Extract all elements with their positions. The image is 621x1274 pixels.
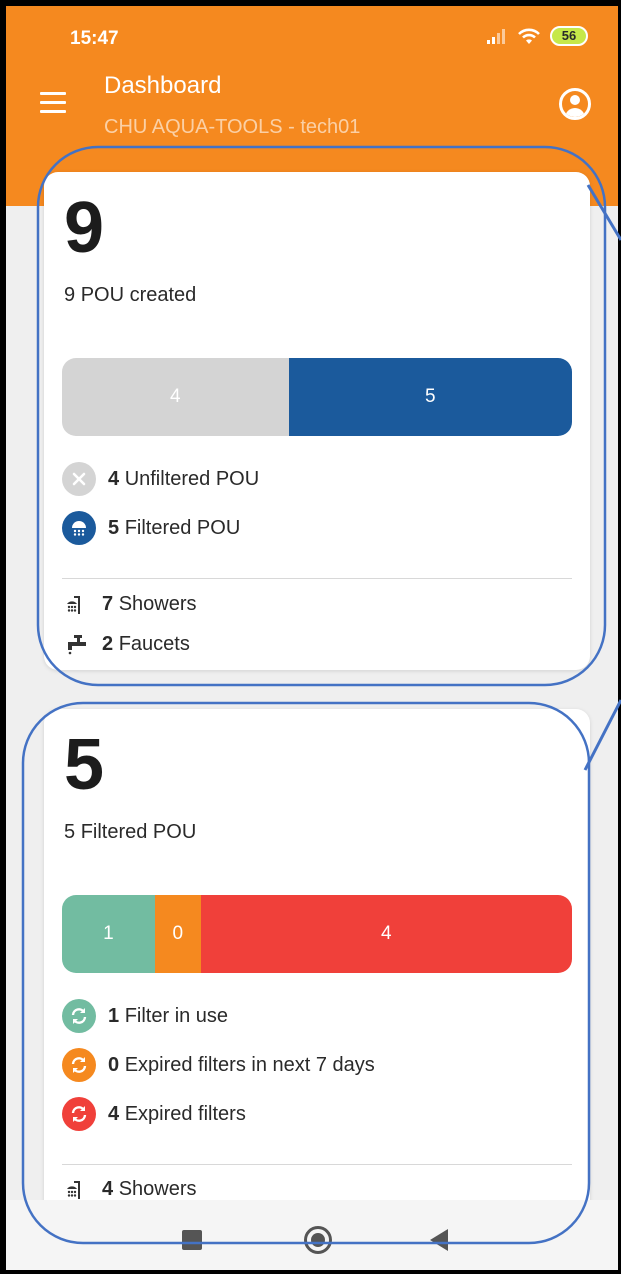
- type-count: 4: [102, 1177, 114, 1200]
- filter-total: 5: [64, 725, 105, 805]
- recents-button[interactable]: [182, 1230, 202, 1250]
- page-title: Dashboard: [104, 72, 222, 99]
- status-icons: 56: [486, 26, 588, 46]
- account-head: [570, 95, 580, 105]
- bar-segment-expiring-soon: 0: [154, 895, 201, 973]
- back-button[interactable]: [430, 1229, 448, 1251]
- type-text: Showers: [118, 1177, 197, 1200]
- account-body: [565, 108, 585, 117]
- pou-distribution-bar: 4 5: [62, 358, 572, 436]
- card-divider: [62, 1164, 572, 1165]
- status-time: 15:47: [70, 28, 119, 49]
- legend-count: 5: [108, 516, 120, 539]
- legend-text: Filter in use: [124, 1004, 229, 1027]
- legend-expired: 4 Expired filters: [62, 1097, 246, 1131]
- battery-indicator: 56: [550, 26, 588, 46]
- legend-count: 4: [108, 467, 120, 490]
- page-subtitle: CHU AQUA-TOOLS - tech01: [104, 116, 361, 138]
- filter-summary-card[interactable]: 5 5 Filtered POU 1 0 4 1 Filter in use 0…: [44, 709, 590, 1229]
- bar-segment-filtered: 5: [288, 358, 572, 436]
- type-row-showers: 4 Showers: [64, 1177, 197, 1201]
- pou-total: 9: [64, 188, 105, 268]
- type-row-faucets: 2 Faucets: [64, 632, 190, 656]
- phone-screen: 15:47 56 Dashboard CHU AQUA-TOOLS - tech…: [6, 6, 618, 1270]
- account-icon[interactable]: [559, 88, 591, 120]
- card-divider: [62, 578, 572, 579]
- type-row-showers: 7 Showers: [64, 592, 197, 616]
- type-count: 2: [102, 632, 114, 655]
- type-count: 7: [102, 592, 114, 615]
- filter-caption-count: 5: [64, 821, 76, 843]
- pou-caption-text: POU created: [80, 284, 197, 306]
- menu-button[interactable]: [40, 92, 66, 114]
- shower-head-icon: [62, 511, 96, 545]
- bar-segment-in-use: 1: [62, 895, 155, 973]
- legend-count: 1: [108, 1004, 120, 1027]
- system-nav-bar: [6, 1200, 618, 1270]
- legend-text: Expired filters in next 7 days: [124, 1053, 375, 1076]
- status-bar: 15:47 56: [6, 6, 618, 68]
- filter-caption: 5 Filtered POU: [64, 821, 196, 844]
- legend-count: 0: [108, 1053, 120, 1076]
- legend-text: Expired filters: [124, 1102, 246, 1125]
- signal-icon: [487, 29, 505, 44]
- filter-distribution-bar: 1 0 4: [62, 895, 572, 973]
- home-button[interactable]: [304, 1226, 332, 1254]
- menu-line: [40, 101, 66, 104]
- shower-icon: [67, 596, 80, 614]
- bar-segment-unfiltered: 4: [62, 358, 289, 436]
- pou-summary-card[interactable]: 9 9 POU created 4 5 4 Unfiltered POU 5 F…: [44, 172, 590, 670]
- close-icon: [62, 462, 96, 496]
- faucet-icon: [68, 635, 86, 655]
- refresh-icon: [62, 1048, 96, 1082]
- filter-caption-text: Filtered POU: [80, 821, 197, 843]
- type-text: Faucets: [118, 632, 190, 655]
- bar-segment-expired: 4: [200, 895, 572, 973]
- legend-text: Filtered POU: [124, 516, 241, 539]
- wifi-icon: [518, 28, 540, 44]
- legend-unfiltered: 4 Unfiltered POU: [62, 462, 259, 496]
- shower-icon: [67, 1181, 80, 1199]
- legend-expiring-soon: 0 Expired filters in next 7 days: [62, 1048, 375, 1082]
- legend-filtered: 5 Filtered POU: [62, 511, 240, 545]
- menu-line: [40, 110, 66, 113]
- refresh-icon: [62, 999, 96, 1033]
- pou-caption: 9 POU created: [64, 284, 196, 307]
- pou-caption-count: 9: [64, 284, 76, 306]
- menu-line: [40, 92, 66, 95]
- refresh-icon: [62, 1097, 96, 1131]
- legend-text: Unfiltered POU: [124, 467, 260, 490]
- legend-in-use: 1 Filter in use: [62, 999, 228, 1033]
- type-text: Showers: [118, 592, 197, 615]
- legend-count: 4: [108, 1102, 120, 1125]
